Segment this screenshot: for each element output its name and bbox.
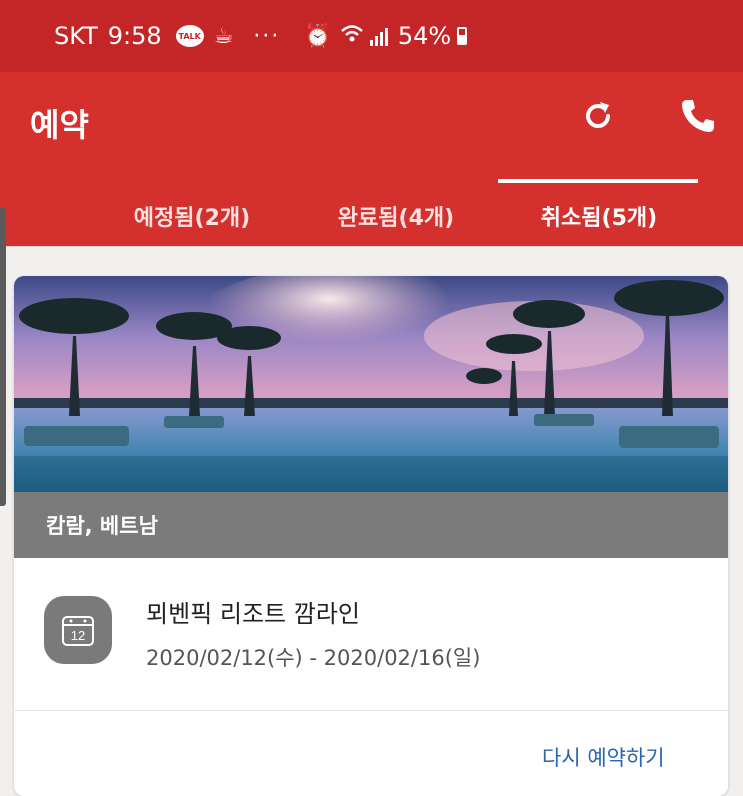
hotel-name: 뫼벤픽 리조트 깜라인 xyxy=(146,600,360,628)
talk-icon: TALK xyxy=(175,25,204,47)
app-bar: 예약 예정됨(2개) 완료됨(4개) 취소됨(5개) xyxy=(0,72,743,246)
status-time: 9:58 xyxy=(107,22,162,50)
alarm-icon: ⏰ xyxy=(304,23,332,49)
location-label: 캄람, 베트남 xyxy=(14,492,728,558)
refresh-button[interactable] xyxy=(578,96,618,136)
booking-card[interactable]: 캄람, 베트남 12 뫼벤픽 리조트 깜라인 2020/02/12(수) - 2… xyxy=(14,276,728,796)
booking-tabs: 예정됨(2개) 완료됨(4개) 취소됨(5개) xyxy=(0,188,743,246)
wifi-icon xyxy=(340,24,364,49)
tab-completed[interactable]: 완료됨(4개) xyxy=(318,188,474,246)
resort-photo xyxy=(14,276,728,492)
refresh-icon xyxy=(586,102,610,128)
rebook-button[interactable]: 다시 예약하기 xyxy=(542,742,665,772)
battery-percent: 54% xyxy=(397,22,452,50)
stay-dates: 2020/02/12(수) - 2020/02/16(일) xyxy=(146,646,481,670)
calendar-day: 12 xyxy=(71,628,85,643)
calendar-icon: 12 xyxy=(44,596,112,664)
overflow-dots-icon: ··· xyxy=(253,23,281,49)
signal-icon xyxy=(369,26,388,46)
tabs-divider xyxy=(0,246,743,247)
carrier-label: SKT xyxy=(54,22,98,50)
tab-cancelled[interactable]: 취소됨(5개) xyxy=(500,188,698,246)
tab-upcoming[interactable]: 예정됨(2개) xyxy=(118,188,266,246)
card-divider xyxy=(14,710,728,711)
battery-icon xyxy=(457,27,468,45)
call-button[interactable] xyxy=(678,96,718,136)
coffee-icon: ☕ xyxy=(213,23,234,49)
edge-panel-handle[interactable] xyxy=(0,208,6,506)
page-title: 예약 xyxy=(30,106,89,144)
phone-icon xyxy=(682,100,714,132)
status-bar: SKT 9:58 TALK ☕ ··· ⏰ 54% xyxy=(0,0,743,72)
active-tab-indicator xyxy=(498,179,698,183)
